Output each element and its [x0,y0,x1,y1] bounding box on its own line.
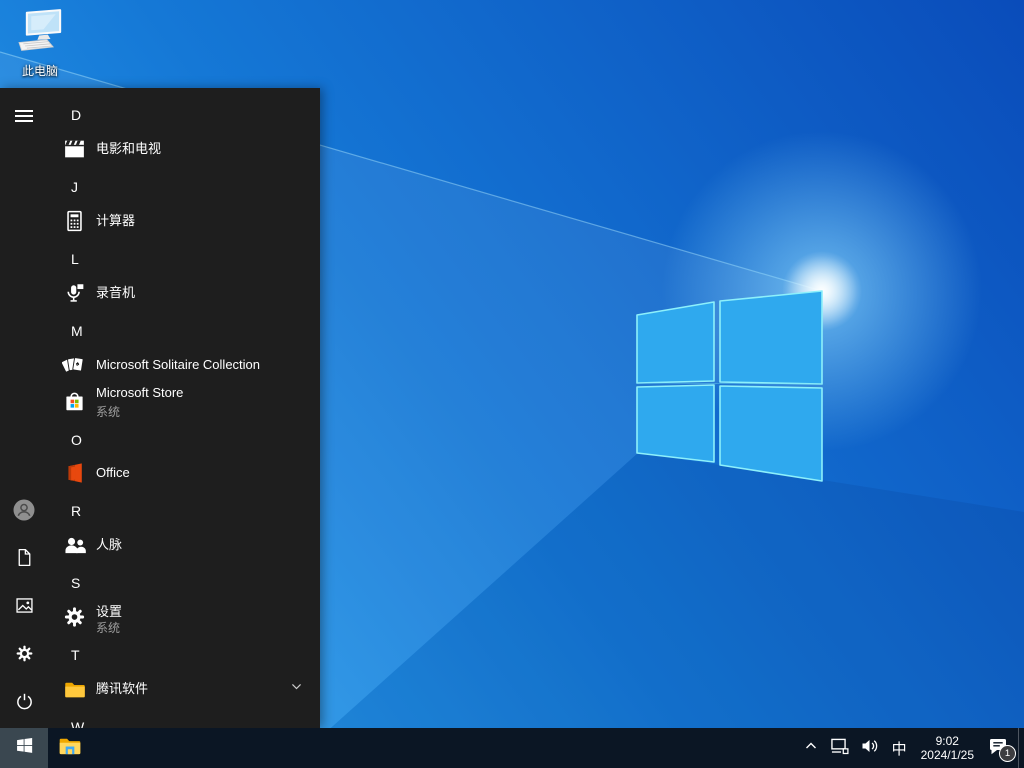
rail-power-button[interactable] [0,684,48,724]
section-label: M [71,323,83,339]
avatar-icon [12,498,36,527]
section-label: L [71,251,79,267]
app-sublabel: 系统 [96,405,121,419]
hamburger-menu-icon [15,110,33,122]
section-label: D [71,107,82,123]
app-item-folder[interactable]: 腾讯软件 [48,671,320,707]
chevron-down-icon [290,680,303,698]
app-item-calculator[interactable]: 计算器 [48,203,320,239]
app-label: 计算器 [96,213,136,228]
app-sublabel: 系统 [96,621,121,635]
gear-icon [14,643,35,669]
app-section-header-m[interactable]: M [48,313,320,349]
start-menu-rail [0,88,48,728]
app-item-store[interactable]: Microsoft Store 系统 [48,379,320,423]
rail-documents-button[interactable] [0,540,48,580]
section-label: T [71,647,80,663]
pictures-icon [14,595,35,621]
app-item-voice-recorder[interactable]: 录音机 [48,275,320,311]
section-label: O [71,432,82,448]
app-section-header-o[interactable]: O [48,422,320,458]
section-label: S [71,575,81,591]
show-desktop-button[interactable] [1018,728,1024,768]
app-section-header-j[interactable]: J [48,169,320,205]
system-tray: 中 9:02 2024/1/25 1 [798,728,1024,768]
app-label: Microsoft Solitaire Collection [96,357,261,372]
app-label: 人脉 [96,537,123,552]
action-center-button[interactable]: 1 [981,728,1018,768]
section-label: J [71,179,78,195]
screen: { "desktop": { "this_pc_label": "此电脑" },… [0,0,1024,768]
app-section-header-t[interactable]: T [48,637,320,673]
settings-icon [61,604,88,631]
app-label: Office [96,465,130,480]
app-label: 腾讯软件 [96,681,149,696]
app-item-solitaire[interactable]: ♠ Microsoft Solitaire Collection [48,347,320,383]
solitaire-icon: ♠ [61,352,88,379]
start-menu-app-list: D 电影和电视 J 计算器 L 录音机 M ♠ Microsoft Solitaire … [48,88,320,728]
clock-time: 9:02 [935,734,959,748]
volume-button[interactable] [855,728,885,768]
app-label: 设置 [96,604,123,619]
ethernet-network-icon [829,735,850,761]
this-pc-icon [12,9,68,60]
app-item-settings[interactable]: 设置 系统 [48,595,320,639]
office-icon [61,460,88,487]
calculator-icon [61,208,88,235]
taskbar: 中 9:02 2024/1/25 1 [0,728,1024,768]
start-menu: D 电影和电视 J 计算器 L 录音机 M ♠ Microsoft Solitaire … [0,88,320,728]
notification-count-badge: 1 [999,745,1016,762]
app-item-movies-tv[interactable]: 电影和电视 [48,131,320,167]
app-section-header-l[interactable]: L [48,241,320,277]
taskbar-clock[interactable]: 9:02 2024/1/25 [914,728,981,768]
document-icon [14,547,35,573]
section-label: W [71,719,85,728]
desktop-icon-this-pc[interactable]: 此电脑 [8,8,72,79]
rail-pictures-button[interactable] [0,588,48,628]
store-icon [61,388,88,415]
folder-icon [61,676,88,703]
ime-indicator[interactable]: 中 [885,728,914,768]
file-explorer-icon [57,733,83,764]
app-label: 录音机 [96,285,136,300]
power-icon [14,691,35,717]
app-item-people[interactable]: 人脉 [48,527,320,563]
chevron-up-icon [803,738,819,759]
rail-menu-button[interactable] [0,96,48,136]
movies-tv-icon [61,136,88,163]
this-pc-label: 此电脑 [21,64,58,78]
windows-start-icon [16,737,33,759]
file-explorer-button[interactable] [48,728,92,768]
app-section-header-w[interactable]: W [48,709,320,728]
app-label: 电影和电视 [96,141,162,156]
rail-user-button[interactable] [0,492,48,532]
app-section-header-d[interactable]: D [48,97,320,133]
clock-date: 2024/1/25 [920,748,974,762]
app-label: Microsoft Store [96,385,184,400]
app-item-office[interactable]: Office [48,455,320,491]
network-button[interactable] [824,728,855,768]
app-section-header-r[interactable]: R [48,493,320,529]
rail-settings-button[interactable] [0,636,48,676]
section-label: R [71,503,82,519]
speaker-volume-icon [860,736,880,761]
tray-chevron-up-button[interactable] [798,728,824,768]
start-button[interactable] [0,728,48,768]
voice-recorder-icon [61,280,88,307]
people-icon [61,532,88,559]
